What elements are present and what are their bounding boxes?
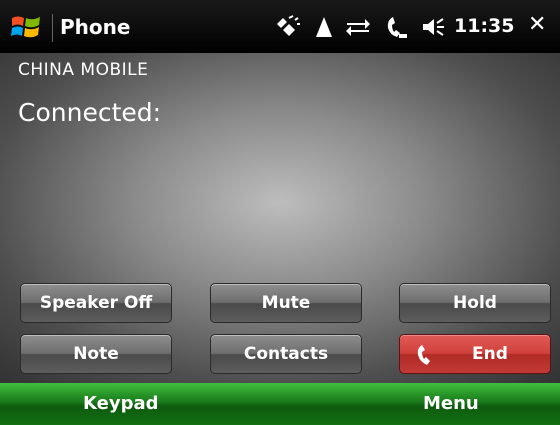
title-separator (52, 14, 53, 42)
softkey-keypad[interactable]: Keypad (83, 393, 159, 414)
start-icon[interactable] (10, 13, 42, 41)
volume-icon[interactable] (420, 13, 448, 41)
app-title: Phone (60, 15, 131, 39)
softkey-bar: Keypad Menu (0, 383, 560, 425)
signal-icon[interactable] (313, 13, 335, 41)
mute-button[interactable]: Mute (210, 283, 362, 323)
data-sync-icon[interactable] (344, 13, 372, 41)
note-button[interactable]: Note (20, 334, 172, 374)
softkey-menu[interactable]: Menu (423, 393, 479, 414)
call-status: Connected: (18, 98, 162, 127)
hold-button[interactable]: Hold (399, 283, 551, 323)
call-screen: CHINA MOBILE Connected: Speaker Off Mute… (0, 53, 560, 383)
close-icon[interactable]: ✕ (528, 12, 546, 37)
clock[interactable]: 11:35 (454, 15, 514, 37)
end-call-button[interactable]: End (399, 334, 551, 374)
phone-icon (417, 345, 430, 365)
contacts-button[interactable]: Contacts (210, 334, 362, 374)
end-call-label: End (472, 344, 508, 364)
speaker-off-button[interactable]: Speaker Off (20, 283, 172, 323)
title-bar: Phone 11:35 ✕ (0, 0, 560, 53)
call-active-icon[interactable] (382, 13, 410, 41)
carrier-name: CHINA MOBILE (18, 60, 149, 80)
connectivity-icon[interactable] (272, 13, 302, 41)
